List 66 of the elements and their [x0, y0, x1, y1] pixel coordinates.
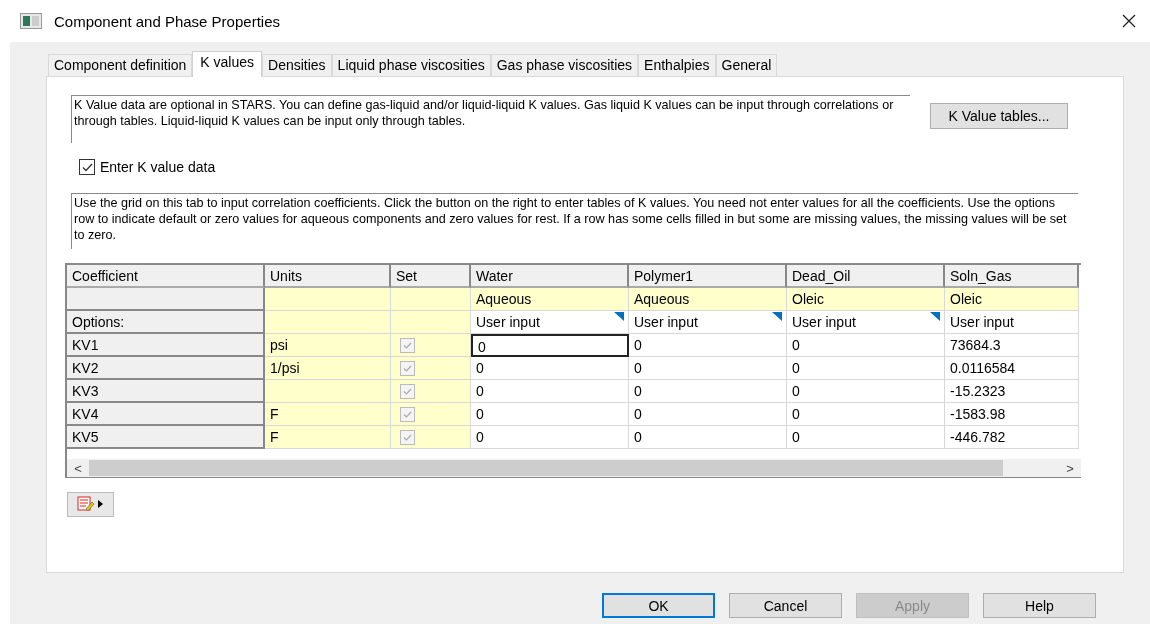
row-header: KV2 — [67, 357, 265, 380]
table-cell: F — [265, 426, 391, 449]
column-header: Dead_Oil — [787, 265, 945, 288]
table-cell[interactable]: 0 — [787, 380, 945, 403]
table-cell[interactable]: 0 — [787, 334, 945, 357]
table-cell: Aqueous — [471, 288, 629, 311]
tab[interactable]: General — [715, 54, 778, 76]
k-value-tables-button[interactable]: K Value tables... — [930, 103, 1068, 129]
table-cell[interactable]: 0 — [471, 403, 629, 426]
table-cell[interactable]: 0 — [787, 357, 945, 380]
table-cell[interactable]: 0 — [629, 357, 787, 380]
close-icon[interactable] — [1122, 14, 1136, 28]
column-header: Polymer1 — [629, 265, 787, 288]
table-cell[interactable]: 0 — [471, 380, 629, 403]
tab[interactable]: Enthalpies — [638, 54, 716, 76]
table-cell[interactable]: 0 — [787, 426, 945, 449]
table-cell[interactable]: -446.782 — [945, 426, 1079, 449]
column-header: Set — [391, 265, 471, 288]
table-cell[interactable]: 0.0116584 — [945, 357, 1079, 380]
scroll-left-button[interactable]: < — [67, 460, 89, 476]
window-title: Component and Phase Properties — [54, 12, 281, 30]
table-cell: Oleic — [945, 288, 1079, 311]
dialog-button[interactable]: Help — [983, 593, 1096, 618]
dropdown-cell[interactable]: User input — [629, 311, 787, 334]
dropdown-cell[interactable]: User input — [945, 311, 1079, 334]
column-header: Soln_Gas — [945, 265, 1079, 288]
table-cell[interactable]: 0 — [629, 380, 787, 403]
tab[interactable]: K values — [192, 51, 262, 77]
column-header: Water — [471, 265, 629, 288]
info-text: K Value data are optional in STARS. You can define gas-liquid and/or liquid-liquid K values. Gas liquid K values can be input through correlations or through tables. Liquid-liquid K values can be input only through tables. — [71, 95, 910, 143]
table-cell[interactable]: 0 — [629, 403, 787, 426]
row-header: KV4 — [67, 403, 265, 426]
checkbox-label: Enter K value data — [100, 159, 216, 175]
tab[interactable]: Component definition — [48, 54, 193, 76]
dialog-button[interactable]: OK — [602, 593, 715, 618]
table-cell[interactable]: 73684.3 — [945, 334, 1079, 357]
column-header: Coefficient — [67, 265, 265, 288]
row-header: Options: — [67, 311, 265, 334]
dialog-button[interactable]: Cancel — [729, 593, 842, 618]
tab[interactable]: Densities — [262, 54, 332, 76]
tab[interactable]: Liquid phase viscosities — [331, 54, 491, 76]
help-text: Use the grid on this tab to input correlation coefficients. Click the button on the right to enter tables of K values. You need not enter values for all the coefficients. Use the options row to indicate default or zero values for aqueous components and zero values for rest. If a row has some cells filled in but some are missing values, the missing values will be set to zero. — [71, 193, 1078, 249]
tab[interactable]: Gas phase viscosities — [490, 54, 639, 76]
edit-menu-button[interactable] — [67, 492, 114, 517]
row-header: KV3 — [67, 380, 265, 403]
dropdown-cell[interactable]: User input — [471, 311, 629, 334]
dropdown-cell[interactable]: User input — [787, 311, 945, 334]
table-cell[interactable]: 0 — [629, 426, 787, 449]
table-cell[interactable]: -15.2323 — [945, 380, 1079, 403]
table-cell[interactable]: 0 — [471, 426, 629, 449]
table-cell[interactable]: 0 — [471, 334, 629, 357]
table-cell[interactable]: 0 — [471, 357, 629, 380]
table-cell: 1/psi — [265, 357, 391, 380]
table-cell[interactable]: 0 — [629, 334, 787, 357]
table-cell: F — [265, 403, 391, 426]
row-header: KV5 — [67, 426, 265, 449]
table-cell: Oleic — [787, 288, 945, 311]
table-cell[interactable]: -1583.98 — [945, 403, 1079, 426]
scroll-right-button[interactable]: > — [1059, 460, 1081, 476]
row-header: KV1 — [67, 334, 265, 357]
table-cell: psi — [265, 334, 391, 357]
table-cell: Aqueous — [629, 288, 787, 311]
app-icon — [20, 13, 42, 29]
table-cell[interactable]: 0 — [787, 403, 945, 426]
checkbox[interactable] — [79, 159, 95, 175]
column-header: Units — [265, 265, 391, 288]
